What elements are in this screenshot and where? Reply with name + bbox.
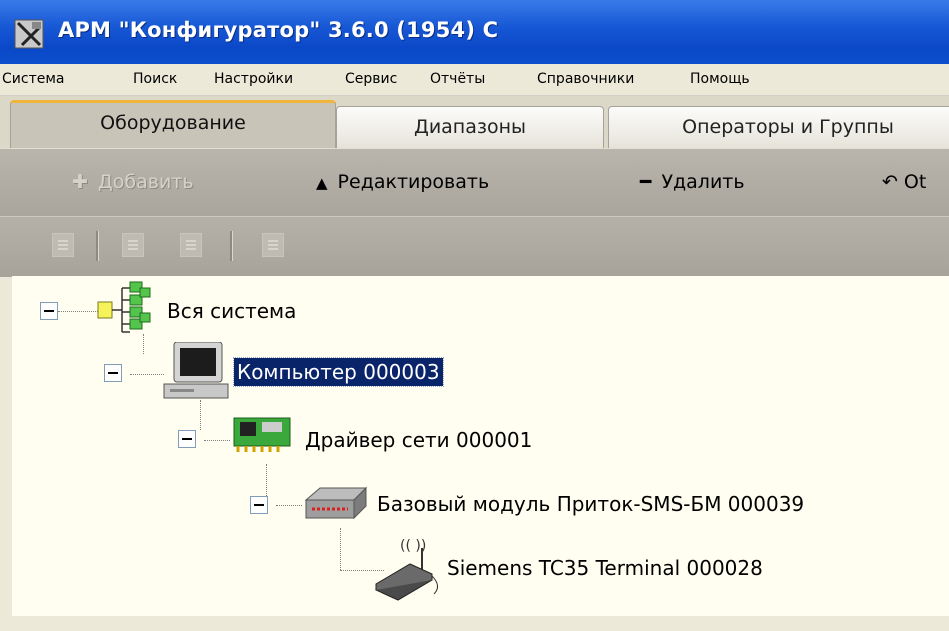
tree-connector xyxy=(200,400,201,430)
tab-equipment[interactable]: Оборудование xyxy=(10,100,336,148)
toolbar-separator xyxy=(230,231,233,261)
action-toolbar: ✚ Добавить ▲ Редактировать ━ Удалить ↶ Оt xyxy=(0,148,949,217)
menu-item-references[interactable]: Справочники xyxy=(537,71,634,87)
add-button[interactable]: ✚ Добавить xyxy=(72,171,194,193)
tree-node-module[interactable]: Базовый модуль Приток-SMS-БМ 000039 xyxy=(374,490,807,518)
cancel-label: Оt xyxy=(903,171,927,193)
app-icon xyxy=(14,19,44,49)
triangle-up-icon: ▲ xyxy=(316,174,328,192)
menu-item-reports[interactable]: Отчёты xyxy=(430,71,485,87)
menu-item-settings[interactable]: Настройки xyxy=(214,71,293,87)
collapse-toggle-root[interactable] xyxy=(40,302,58,320)
plus-icon: ✚ xyxy=(72,171,88,193)
menu-item-help[interactable]: Помощь xyxy=(690,71,750,87)
tree-connector xyxy=(266,464,267,496)
new-item-icon[interactable] xyxy=(52,233,74,257)
tree-connector xyxy=(340,528,341,570)
toolbar-separator xyxy=(96,231,99,261)
equipment-tree: Вся система Компьютер 000003 Драйвер сет… xyxy=(12,276,949,616)
tab-ranges[interactable]: Диапазоны xyxy=(336,106,604,148)
title-bar: АРМ "Конфигуратор" 3.6.0 (1954) С xyxy=(0,0,949,64)
collapse-toggle-computer[interactable] xyxy=(104,364,122,382)
minus-icon: ━ xyxy=(640,171,652,193)
tree-node-root[interactable]: Вся система xyxy=(164,297,299,325)
icon-toolbar xyxy=(0,216,949,277)
base-module-icon xyxy=(304,486,368,520)
delete-label: Удалить xyxy=(661,171,745,193)
tree-node-terminal[interactable]: Siemens TC35 Terminal 000028 xyxy=(444,554,766,582)
tree-connector xyxy=(58,311,98,312)
collapse-toggle-driver[interactable] xyxy=(178,430,196,448)
menu-bar: Система Поиск Настройки Сервис Отчёты Сп… xyxy=(0,64,949,96)
tree-node-driver[interactable]: Драйвер сети 000001 xyxy=(302,426,535,454)
network-tree-icon xyxy=(97,281,151,333)
cancel-button[interactable]: ↶ Оt xyxy=(882,171,926,193)
menu-item-service[interactable]: Сервис xyxy=(345,71,397,87)
edit-label: Редактировать xyxy=(337,171,490,193)
collapse-toggle-module[interactable] xyxy=(250,496,268,514)
list-icon[interactable] xyxy=(180,233,202,257)
grid-icon[interactable] xyxy=(262,233,284,257)
properties-icon[interactable] xyxy=(122,233,144,257)
delete-button[interactable]: ━ Удалить xyxy=(640,171,745,193)
tree-connector xyxy=(276,505,302,506)
tree-connector xyxy=(130,374,164,375)
menu-item-search[interactable]: Поиск xyxy=(133,71,177,87)
menu-item-system[interactable]: Система xyxy=(2,71,64,87)
window-title: АРМ "Конфигуратор" 3.6.0 (1954) С xyxy=(58,18,499,42)
add-label: Добавить xyxy=(97,171,194,193)
gsm-terminal-icon: (( )) xyxy=(374,538,438,601)
tab-strip: Диапазоны Операторы и Группы Оборудовани… xyxy=(0,96,949,148)
computer-icon xyxy=(163,342,229,399)
edit-button[interactable]: ▲ Редактировать xyxy=(316,171,489,193)
undo-icon: ↶ xyxy=(882,171,898,193)
tree-node-computer[interactable]: Компьютер 000003 xyxy=(233,357,444,387)
tab-operators-groups[interactable]: Операторы и Группы xyxy=(608,106,949,148)
tree-connector xyxy=(204,440,230,441)
network-card-icon xyxy=(233,417,291,452)
